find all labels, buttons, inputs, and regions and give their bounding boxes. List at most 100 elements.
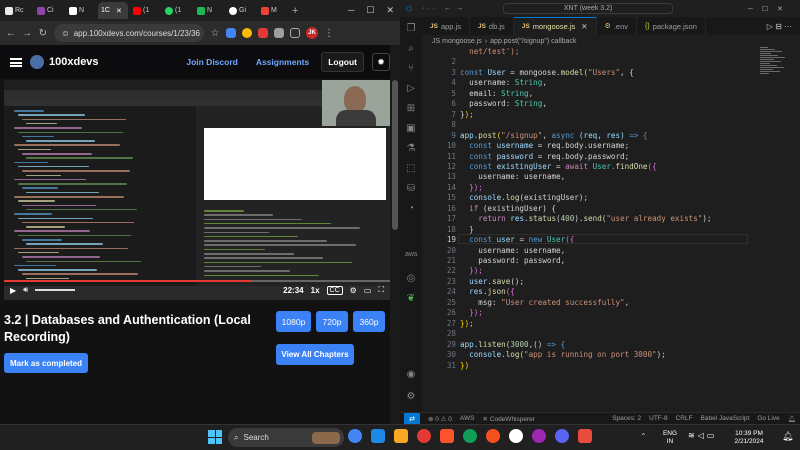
code-line[interactable]: const password = req.body.password; <box>460 152 629 161</box>
code-line[interactable]: password: password, <box>460 256 565 265</box>
theme-toggle-sun-icon[interactable]: ✹ <box>372 53 390 71</box>
code-line[interactable]: console.log("app is running on port 3000… <box>460 350 666 359</box>
video-player[interactable]: ▶ 🔊︎ 22:34 1x CC ⚙ ▭ ⛶ <box>4 80 390 300</box>
code-line[interactable]: app.listen(3000,() => { <box>460 340 565 349</box>
extensions-puzzle-icon[interactable] <box>274 28 284 38</box>
chrome-taskbar-icon[interactable] <box>348 429 362 443</box>
browser-tab[interactable]: Gi <box>226 2 256 19</box>
speed-button[interactable]: 1x <box>311 286 320 295</box>
join-discord-link[interactable]: Join Discord <box>186 57 237 67</box>
browser-tab[interactable]: Ci <box>34 2 64 19</box>
code-line[interactable]: res.json({ <box>460 287 515 296</box>
browser-tab[interactable]: M <box>258 2 288 19</box>
back-icon[interactable]: ← <box>6 28 16 39</box>
start-button-icon[interactable] <box>208 430 222 444</box>
menu-dots-icon[interactable]: ⋮ <box>324 28 334 39</box>
browser-tab[interactable]: (1 <box>130 2 160 19</box>
discord-taskbar-icon[interactable] <box>555 429 569 443</box>
code-line[interactable]: }); <box>460 110 474 119</box>
volume-slider[interactable] <box>35 289 76 291</box>
play-icon[interactable]: ▶ <box>10 286 16 295</box>
breadcrumb-symbol[interactable]: app.post("/signup") callback <box>490 38 576 45</box>
code-line[interactable]: username: username, <box>460 246 565 255</box>
browser-tab-active[interactable]: 1C ✕ <box>98 2 128 19</box>
account-icon[interactable]: ◉ <box>405 369 417 381</box>
code-line[interactable]: app.post("/signup", async (req, res) => … <box>460 131 648 140</box>
minimap[interactable] <box>758 47 788 77</box>
fullscreen-icon[interactable]: ⛶ <box>378 285 384 295</box>
code-line[interactable]: msg: "User created successfully", <box>460 298 629 307</box>
app-taskbar-icon[interactable] <box>463 429 477 443</box>
notification-bell-icon[interactable]: 🔔︎ <box>782 431 793 442</box>
forward-icon[interactable]: → <box>22 28 32 39</box>
codewhisperer-status[interactable]: ✕ CodeWhisperer <box>483 415 535 423</box>
language-mode[interactable]: Babel JavaScript <box>701 415 750 422</box>
code-line[interactable]: }) <box>460 361 469 370</box>
run-debug-icon[interactable]: ▷ <box>405 83 417 95</box>
sidebar-icon[interactable] <box>290 28 300 38</box>
code-line[interactable]: const User = mongoose.model("Users", { <box>460 68 634 77</box>
problems-count[interactable]: ⊗ 0 ⚠ 0 <box>428 415 452 423</box>
browser-tab[interactable]: N <box>66 2 96 19</box>
remote-explorer-icon[interactable]: ▣ <box>405 123 417 135</box>
input-language[interactable]: ENG IN <box>660 430 680 446</box>
remote-indicator-icon[interactable]: ⇄ <box>404 412 420 425</box>
nav-back-icon[interactable]: ← <box>444 5 451 12</box>
quality-720p-button[interactable]: 720p <box>316 311 348 332</box>
search-icon[interactable]: ⌕ <box>405 43 417 55</box>
taskbar-search[interactable]: ⌕ Search <box>228 428 344 447</box>
aws-icon[interactable]: aws <box>405 249 417 261</box>
tab-db-js[interactable]: JS db.js <box>470 17 514 35</box>
run-and-split-icons[interactable]: ▷ ⊟ ··· <box>767 22 792 31</box>
bookmark-star-icon[interactable]: ☆ <box>210 28 220 39</box>
quality-1080p-button[interactable]: 1080p <box>276 311 311 332</box>
git-graph-icon[interactable]: ◔ <box>405 203 417 215</box>
captions-button[interactable]: CC <box>326 285 343 295</box>
code-line[interactable]: return res.status(400).send("user alread… <box>460 214 711 223</box>
indentation-status[interactable]: Spaces: 2 <box>612 415 641 422</box>
breadcrumb-file[interactable]: JS mongoose.js <box>432 38 482 45</box>
nav-forward-icon[interactable]: → <box>456 5 463 12</box>
wifi-volume-battery-icons[interactable]: ≋◁▭ <box>688 431 717 440</box>
menu-dots[interactable]: ··· <box>422 5 438 12</box>
profile-avatar[interactable]: JK <box>306 27 318 39</box>
codewhisperer-icon[interactable]: ◎ <box>405 273 417 285</box>
mongodb-leaf-icon[interactable]: ❦ <box>405 293 417 305</box>
code-line[interactable]: username: username, <box>460 172 565 181</box>
volume-icon[interactable]: 🔊︎ <box>23 285 28 295</box>
brand-name[interactable]: 100xdevs <box>49 56 99 68</box>
go-live-button[interactable]: Go Live <box>757 415 779 422</box>
new-tab-button[interactable]: + <box>292 5 298 17</box>
extension-icon[interactable] <box>226 28 236 38</box>
hamburger-menu-icon[interactable] <box>10 57 22 67</box>
code-line[interactable]: }); <box>460 308 483 317</box>
tab-package-json[interactable]: {} package.json <box>637 17 706 35</box>
command-center[interactable]: XNT (week 3.2) <box>503 3 674 14</box>
url-field[interactable]: ⊜ app.100xdevs.com/courses/1/23/36 <box>54 24 204 42</box>
extension-icon[interactable] <box>242 28 252 38</box>
view-all-chapters-button[interactable]: View All Chapters <box>276 344 354 365</box>
clock[interactable]: 10:39 PM 2/21/2024 <box>724 430 774 446</box>
page-scrollbar-thumb[interactable] <box>392 80 398 230</box>
explorer-icon[interactable]: ❐ <box>405 23 417 35</box>
postman-taskbar-icon[interactable] <box>486 429 500 443</box>
site-info-icon[interactable]: ⊜ <box>62 29 69 38</box>
code-line[interactable]: }); <box>460 183 483 192</box>
code-line[interactable]: const existingUser = await User.findOne(… <box>460 162 657 171</box>
app-taskbar-icon[interactable] <box>578 429 592 443</box>
app-taskbar-icon[interactable] <box>532 429 546 443</box>
assignments-link[interactable]: Assignments <box>256 57 309 67</box>
maximize-icon[interactable]: ☐ <box>366 5 374 16</box>
code-line[interactable]: }); <box>460 266 483 275</box>
code-line[interactable]: username: String, <box>460 78 547 87</box>
tray-chevron-icon[interactable]: ⌃ <box>640 432 647 441</box>
extensions-icon[interactable]: ⊞ <box>405 103 417 115</box>
app-taskbar-icon[interactable] <box>509 429 523 443</box>
code-line[interactable]: const username = req.body.username; <box>460 141 629 150</box>
browser-tab[interactable]: (1 <box>162 2 192 19</box>
browser-tab[interactable]: N <box>194 2 224 19</box>
code-editor[interactable]: net/test'); 2 3 const User = mongoose.model… <box>422 47 752 412</box>
code-line[interactable]: if (existingUser) { <box>460 204 556 213</box>
minimize-icon[interactable]: ─ <box>348 5 354 16</box>
close-icon[interactable]: ✕ <box>386 5 394 16</box>
